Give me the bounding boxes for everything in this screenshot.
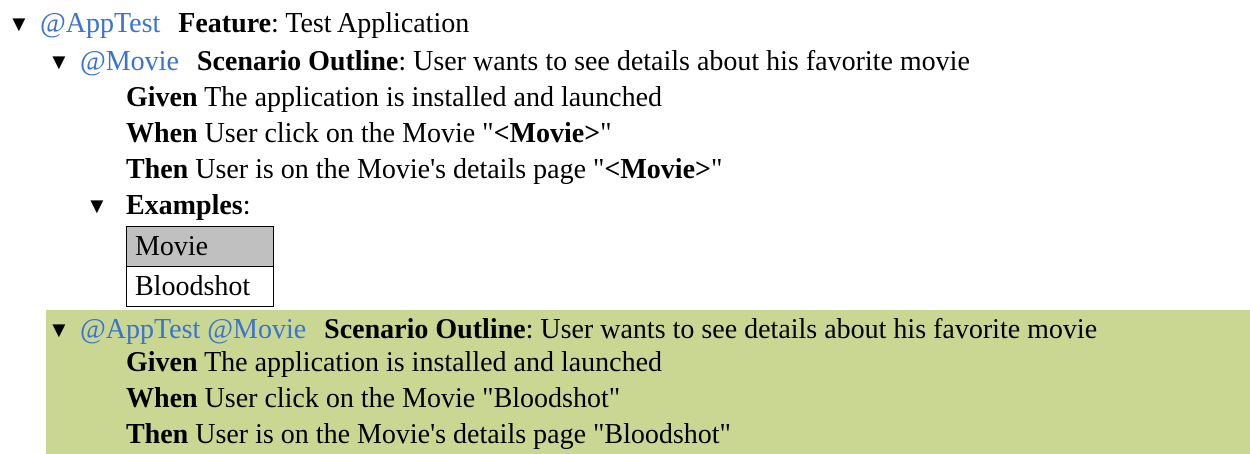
result-step-then: Then User is on the Movie's details page… <box>126 417 731 453</box>
step-text: The application is installed and launche… <box>204 347 663 378</box>
result-name: User wants to see details about his favo… <box>540 314 1098 345</box>
examples-table: Movie Bloodshot <box>126 226 274 307</box>
step-text: The application is installed and launche… <box>204 82 663 113</box>
examples-row: ▼ Examples: <box>86 188 250 224</box>
step-then: Then User is on the Movie's details page… <box>126 154 723 185</box>
step-keyword: Then <box>126 419 189 450</box>
step-text: User is on the Movie's details page " <box>195 154 605 185</box>
step-when: When User click on the Movie "<Movie>" <box>126 118 612 149</box>
collapse-caret-icon[interactable]: ▼ <box>8 6 40 42</box>
feature-name: Test Application <box>285 8 470 39</box>
step-keyword: Then <box>126 154 189 185</box>
result-keyword: Scenario Outline <box>324 314 526 345</box>
feature-tag[interactable]: @AppTest <box>40 8 160 39</box>
step-keyword: Given <box>126 347 198 378</box>
result-step-given: Given The application is installed and l… <box>126 345 662 381</box>
examples-keyword: Examples <box>126 190 243 221</box>
result-tags[interactable]: @AppTest @Movie <box>80 314 306 345</box>
result-step-when: When User click on the Movie "Bloodshot" <box>126 381 620 417</box>
step-keyword: When <box>126 118 198 149</box>
scenario-tag[interactable]: @Movie <box>80 46 179 77</box>
step-text: User click on the Movie "Bloodshot" <box>204 383 621 414</box>
step-keyword: Given <box>126 82 198 113</box>
step-keyword: When <box>126 383 198 414</box>
step-placeholder: <Movie> <box>604 154 711 185</box>
scenario-keyword: Scenario Outline <box>196 46 399 77</box>
table-header-row: Movie <box>126 226 274 267</box>
table-row: Bloodshot <box>126 266 274 307</box>
feature-row: ▼ @AppTest Feature: Test Application <box>8 6 469 42</box>
collapse-caret-icon[interactable]: ▼ <box>48 44 80 80</box>
step-text: User is on the Movie's details page "Blo… <box>195 419 731 450</box>
step-given: Given The application is installed and l… <box>126 80 662 116</box>
scenario-outline-row: ▼ @Movie Scenario Outline: User wants to s… <box>48 44 970 80</box>
table-header-cell: Movie <box>126 226 274 267</box>
step-text: User click on the Movie " <box>204 118 494 149</box>
step-placeholder: <Movie> <box>493 118 601 149</box>
feature-keyword: Feature <box>178 8 272 39</box>
result-scenario-row: ▼ @AppTest @Movie Scenario Outline: User w… <box>48 312 1097 348</box>
table-cell: Bloodshot <box>126 266 274 307</box>
collapse-caret-icon[interactable]: ▼ <box>48 312 80 348</box>
collapse-caret-icon[interactable]: ▼ <box>86 188 126 224</box>
scenario-name: User wants to see details about his favo… <box>413 46 970 77</box>
